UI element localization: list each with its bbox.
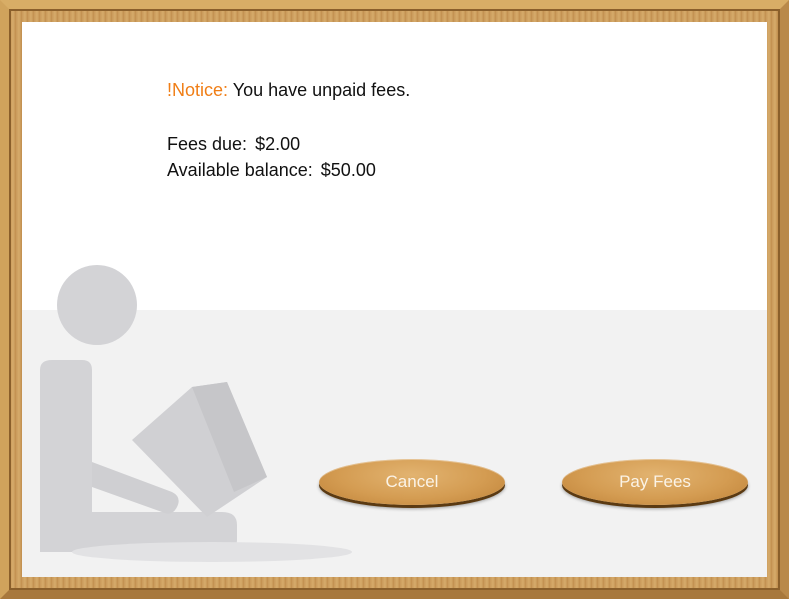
available-balance-value: $50.00: [320, 160, 376, 180]
notice-message: !Notice: You have unpaid fees.: [167, 80, 410, 101]
available-balance-row: Available balance: $50.00: [167, 160, 376, 181]
person-head: [57, 265, 137, 345]
available-balance-label: Available balance:: [167, 160, 313, 180]
fees-due-value: $2.00: [255, 134, 301, 154]
notice-tag: !Notice:: [167, 80, 229, 100]
fees-due-row: Fees due: $2.00: [167, 134, 300, 155]
person-shadow: [72, 542, 352, 562]
fees-due-label: Fees due:: [167, 134, 248, 154]
cancel-button[interactable]: Cancel: [319, 459, 505, 505]
notice-text: You have unpaid fees.: [232, 80, 411, 100]
pay-fees-button[interactable]: Pay Fees: [562, 459, 748, 505]
kiosk-screen: !Notice: You have unpaid fees. Fees due:…: [22, 22, 767, 577]
